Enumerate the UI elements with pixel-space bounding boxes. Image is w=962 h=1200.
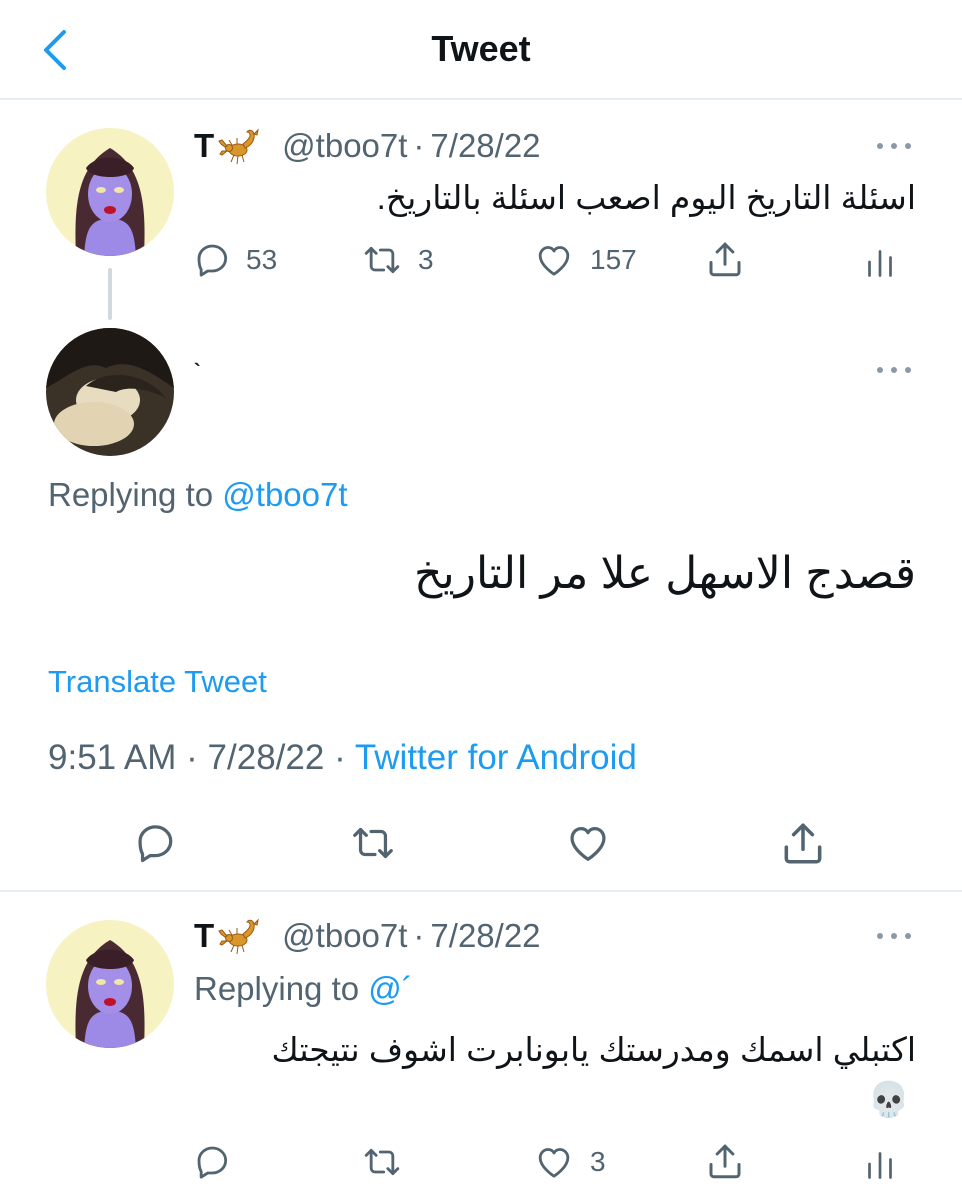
- like-count: 3: [590, 1146, 606, 1177]
- separator: ·: [186, 738, 198, 777]
- share-action[interactable]: [778, 818, 828, 868]
- avatar-tboo7t[interactable]: [46, 128, 174, 256]
- avatar-tboo7t[interactable]: [46, 920, 174, 1048]
- replying-to: Replying to @tboo7t: [48, 476, 348, 514]
- replying-label: Replying to: [48, 476, 214, 513]
- replying-handle-link[interactable]: @tboo7t: [222, 476, 347, 513]
- tweet-header: T @tboo7t · 7/28/22: [194, 914, 541, 958]
- separator: ·: [413, 917, 425, 954]
- analytics-action[interactable]: [862, 1144, 898, 1184]
- skull-emoji: 💀: [867, 1081, 910, 1119]
- tweet-text: اكتبلي اسمك ومدرستك يابونابرت اشوف نتيجت…: [271, 1031, 916, 1068]
- separator: ·: [334, 738, 346, 777]
- user-handle[interactable]: @tboo7t: [282, 917, 407, 955]
- tweet-header: `: [194, 350, 201, 394]
- display-name[interactable]: T: [194, 917, 214, 955]
- tweet-header: T @tboo7t · 7/28/22: [194, 124, 541, 168]
- replying-handle-link[interactable]: @´: [368, 970, 413, 1007]
- retweet-action[interactable]: 3: [360, 240, 434, 280]
- retweet-action[interactable]: [348, 820, 398, 866]
- avatar-main-author[interactable]: [46, 328, 174, 456]
- retweet-icon: [360, 240, 404, 280]
- tweet-date[interactable]: 7/28/22: [430, 917, 540, 955]
- share-icon: [778, 818, 828, 868]
- reply-icon: [192, 1142, 232, 1182]
- tweet-date[interactable]: 7/28/22: [430, 127, 540, 165]
- retweet-count: 3: [418, 244, 434, 275]
- display-name[interactable]: T: [194, 127, 214, 165]
- share-icon: [704, 238, 746, 280]
- more-options-icon[interactable]: [874, 926, 914, 946]
- separator: ·: [413, 127, 425, 164]
- tweet-metadata: 9:51 AM · 7/28/22 · Twitter for Android: [48, 738, 637, 778]
- replying-label: Replying to: [194, 970, 360, 1007]
- share-action[interactable]: [704, 238, 746, 280]
- reply-action[interactable]: [192, 1142, 232, 1182]
- avatar-image: [46, 328, 174, 456]
- more-options-icon[interactable]: [874, 360, 914, 380]
- analytics-action[interactable]: [862, 242, 898, 282]
- heart-icon: [564, 820, 612, 866]
- scorpion-icon: [218, 916, 266, 956]
- like-action[interactable]: [564, 820, 612, 866]
- heart-icon: [532, 240, 576, 280]
- top-bar: Tweet: [0, 0, 962, 100]
- like-action[interactable]: 3: [532, 1142, 606, 1182]
- avatar-image: [46, 920, 174, 1048]
- share-icon: [704, 1140, 746, 1182]
- scorpion-icon: [218, 126, 266, 166]
- reply-action[interactable]: 53: [192, 240, 277, 280]
- thread-connector: [108, 268, 112, 320]
- display-name[interactable]: `: [194, 361, 201, 384]
- reply-icon: [192, 240, 232, 280]
- retweet-action[interactable]: [360, 1142, 404, 1182]
- user-handle[interactable]: @tboo7t: [282, 127, 407, 165]
- share-action[interactable]: [704, 1140, 746, 1182]
- translate-tweet-link[interactable]: Translate Tweet: [48, 664, 267, 700]
- more-options-icon[interactable]: [874, 136, 914, 156]
- page-title: Tweet: [431, 28, 531, 69]
- avatar-image: [46, 128, 174, 256]
- tweet-date: 7/28/22: [207, 738, 325, 777]
- like-action[interactable]: 157: [532, 240, 637, 280]
- tweet-source-link[interactable]: Twitter for Android: [355, 738, 637, 777]
- heart-icon: [532, 1142, 576, 1182]
- analytics-icon: [862, 1144, 898, 1184]
- main-tweet-text: قصدج الاسهل علا مر التاريخ: [414, 549, 916, 598]
- replying-to: Replying to @´: [194, 970, 413, 1008]
- reply-count: 53: [246, 244, 278, 275]
- retweet-icon: [360, 1142, 404, 1182]
- tweet-text: اسئلة التاريخ اليوم اصعب اسئلة بالتاريخ.: [376, 179, 916, 216]
- retweet-icon: [348, 820, 398, 866]
- like-count: 157: [590, 244, 637, 275]
- reply-icon: [132, 820, 178, 866]
- divider: [0, 890, 962, 892]
- reply-action[interactable]: [132, 820, 178, 866]
- analytics-icon: [862, 242, 898, 282]
- tweet-time: 9:51 AM: [48, 738, 177, 777]
